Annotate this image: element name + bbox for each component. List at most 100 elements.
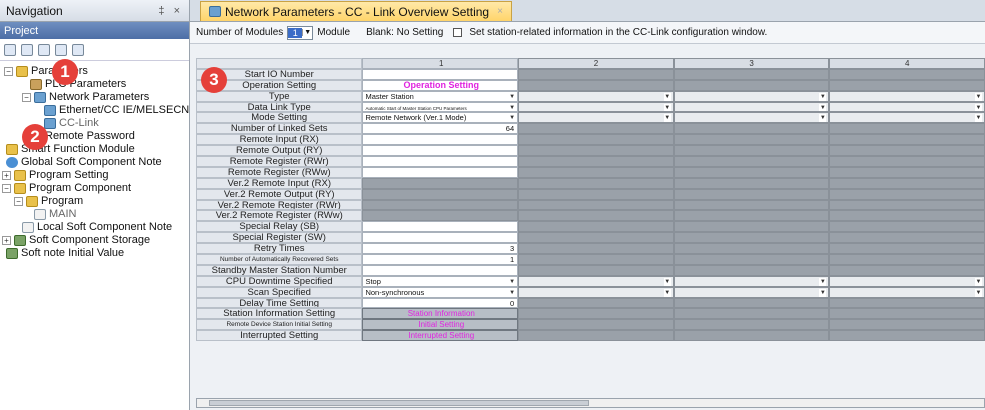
- tree-item[interactable]: Ethernet/CC IE/MELSECN: [44, 103, 189, 117]
- station-cell: ▼: [518, 275, 674, 287]
- station-1-cell[interactable]: 0: [362, 297, 519, 309]
- tree-item[interactable]: CC-Link: [44, 116, 99, 130]
- expand-toggle-icon[interactable]: −: [2, 183, 11, 193]
- station-1-cell[interactable]: Master Station ▼: [362, 90, 519, 102]
- toolbar-icon[interactable]: [21, 43, 33, 56]
- station-1-cell[interactable]: Initial Setting: [362, 319, 519, 331]
- station-1-cell[interactable]: Automatic Start of Master Station CPU Pa…: [362, 101, 519, 113]
- row-label: CPU Downtime Specified: [196, 275, 363, 287]
- station-1-cell[interactable]: Interrupted Setting: [362, 330, 519, 342]
- station-1-cell[interactable]: [362, 232, 519, 244]
- station-1-cell[interactable]: [362, 264, 519, 276]
- chevron-down-icon[interactable]: ▼: [819, 114, 827, 123]
- chevron-down-icon[interactable]: ▼: [819, 103, 827, 112]
- expand-toggle-icon[interactable]: −: [22, 92, 31, 102]
- station-cell: [518, 319, 674, 331]
- station-cell: [829, 134, 985, 146]
- chevron-down-icon[interactable]: ▼: [663, 277, 671, 286]
- toolbar-icon[interactable]: [55, 43, 67, 56]
- chevron-down-icon[interactable]: ▼: [819, 92, 827, 101]
- project-tree: −ParametersPLC Parameters−Network Parame…: [0, 61, 189, 410]
- tab-network-parameters[interactable]: Network Parameters - CC - Link Overview …: [200, 1, 512, 21]
- expand-toggle-icon[interactable]: +: [2, 235, 11, 245]
- station-cell: [518, 199, 674, 211]
- chevron-down-icon[interactable]: ▼: [302, 29, 312, 36]
- tree-item[interactable]: − Network Parameters: [22, 90, 149, 104]
- station-cell: [518, 156, 674, 167]
- chevron-down-icon[interactable]: ▼: [974, 114, 982, 123]
- station-cell: ▼: [518, 90, 674, 102]
- chevron-down-icon[interactable]: ▼: [509, 114, 515, 122]
- station-cell: [829, 254, 985, 265]
- toolbar-icon[interactable]: [4, 43, 16, 56]
- grid-row: Retry Times 3: [196, 243, 985, 255]
- tree-item[interactable]: − Program Component: [2, 181, 131, 195]
- chevron-down-icon[interactable]: ▼: [819, 277, 827, 286]
- chevron-down-icon[interactable]: ▼: [509, 104, 515, 112]
- expand-toggle-icon[interactable]: −: [4, 66, 13, 76]
- station-1-cell[interactable]: [362, 145, 519, 157]
- chevron-down-icon[interactable]: ▼: [509, 289, 515, 297]
- chevron-down-icon[interactable]: ▼: [974, 92, 982, 101]
- expand-toggle-icon[interactable]: −: [14, 196, 23, 206]
- chevron-down-icon[interactable]: ▼: [663, 103, 671, 112]
- station-1-cell[interactable]: 1: [362, 254, 519, 265]
- chevron-down-icon[interactable]: ▼: [819, 288, 827, 297]
- chevron-down-icon[interactable]: ▼: [509, 93, 515, 101]
- chevron-down-icon[interactable]: ▼: [974, 103, 982, 112]
- station-1-cell[interactable]: Station Information: [362, 308, 519, 320]
- station-1-cell[interactable]: 64: [362, 123, 519, 135]
- tree-item[interactable]: PLC Parameters: [30, 77, 126, 91]
- document-icon: [22, 221, 34, 233]
- project-label: Project: [4, 24, 39, 37]
- station-cell: [518, 68, 674, 80]
- tree-item[interactable]: + Program Setting: [2, 168, 108, 182]
- station-1-cell[interactable]: 3: [362, 243, 519, 255]
- column-header: 4: [829, 58, 985, 69]
- tree-item[interactable]: − Program: [14, 194, 83, 208]
- chevron-down-icon[interactable]: ▼: [663, 114, 671, 123]
- station-cell: ▼: [829, 101, 985, 113]
- station-1-cell[interactable]: [362, 134, 519, 146]
- station-1-cell[interactable]: Remote Network (Ver.1 Mode) ▼: [362, 112, 519, 124]
- station-1-cell[interactable]: Non-synchronous ▼: [362, 286, 519, 298]
- tree-item[interactable]: Local Soft Component Note: [22, 220, 172, 234]
- station-1-cell[interactable]: [362, 166, 519, 178]
- scroll-thumb[interactable]: [209, 400, 589, 406]
- chevron-down-icon[interactable]: ▼: [663, 288, 671, 297]
- pin-close-icon[interactable]: ‡ ×: [158, 5, 183, 17]
- station-1-cell[interactable]: [362, 156, 519, 167]
- tree-item[interactable]: + Soft Component Storage: [2, 233, 150, 247]
- station-config-checkbox[interactable]: [453, 28, 463, 37]
- chevron-down-icon[interactable]: ▼: [663, 92, 671, 101]
- tree-item[interactable]: MAIN: [34, 207, 77, 221]
- station-cell: [518, 232, 674, 244]
- row-label: Delay Time Setting: [196, 297, 363, 309]
- toolbar-icon[interactable]: [72, 43, 84, 56]
- tree-item[interactable]: Global Soft Component Note: [6, 155, 162, 169]
- project-bar[interactable]: Project: [0, 22, 189, 39]
- row-label: Remote Register (RWr): [196, 156, 363, 167]
- station-1-cell[interactable]: Stop ▼: [362, 275, 519, 287]
- close-icon[interactable]: ×: [497, 6, 503, 17]
- row-label: Remote Input (RX): [196, 134, 363, 146]
- station-1-cell[interactable]: [362, 221, 519, 233]
- chevron-down-icon[interactable]: ▼: [974, 288, 982, 297]
- tree-item[interactable]: Soft note Initial Value: [6, 246, 124, 260]
- station-1-cell[interactable]: Operation Setting: [362, 79, 519, 91]
- chevron-down-icon[interactable]: ▼: [509, 278, 515, 286]
- expand-toggle-icon[interactable]: +: [2, 170, 11, 180]
- row-label: Special Register (SW): [196, 232, 363, 244]
- row-label: Remote Register (RWw): [196, 166, 363, 178]
- toolbar-icon[interactable]: [38, 43, 50, 56]
- station-cell: ▼: [673, 112, 830, 124]
- chevron-down-icon[interactable]: ▼: [974, 277, 982, 286]
- station-1-cell[interactable]: [362, 68, 519, 80]
- grid-row: Ver.2 Remote Input (RX): [196, 177, 985, 189]
- horizontal-scrollbar[interactable]: [196, 398, 985, 408]
- tree-item-label: Soft note Initial Value: [21, 247, 125, 259]
- tree-item-label: Program Setting: [29, 169, 109, 181]
- station-cell: [673, 123, 830, 135]
- row-label: Ver.2 Remote Output (RY): [196, 188, 363, 200]
- modules-spinner[interactable]: 1 ▼: [287, 25, 314, 40]
